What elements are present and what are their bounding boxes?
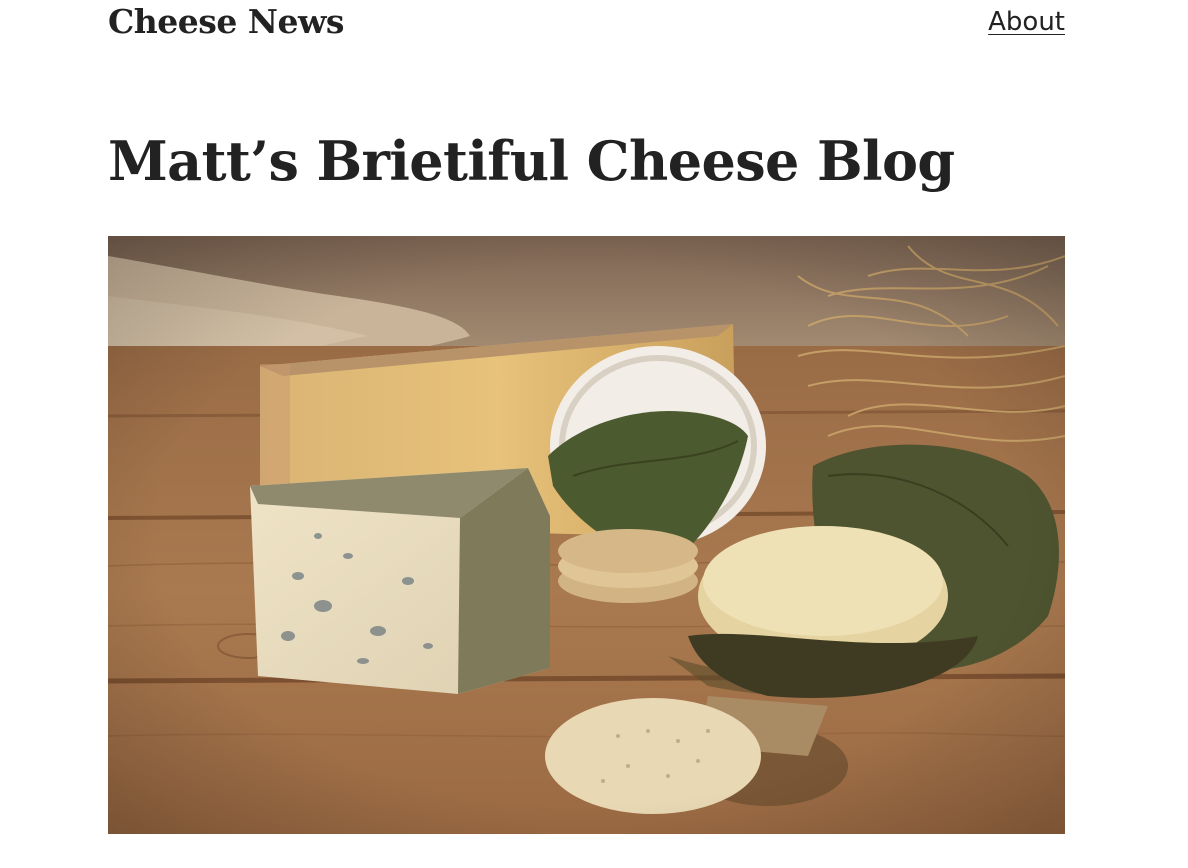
site-header: Cheese News About <box>108 0 1065 50</box>
cheese-photo-icon <box>108 236 1065 834</box>
hero-image <box>108 236 1065 834</box>
post-title: Matt’s Brietiful Cheese Blog <box>108 129 955 193</box>
nav-about-link[interactable]: About <box>988 4 1065 40</box>
site-title[interactable]: Cheese News <box>108 2 344 42</box>
